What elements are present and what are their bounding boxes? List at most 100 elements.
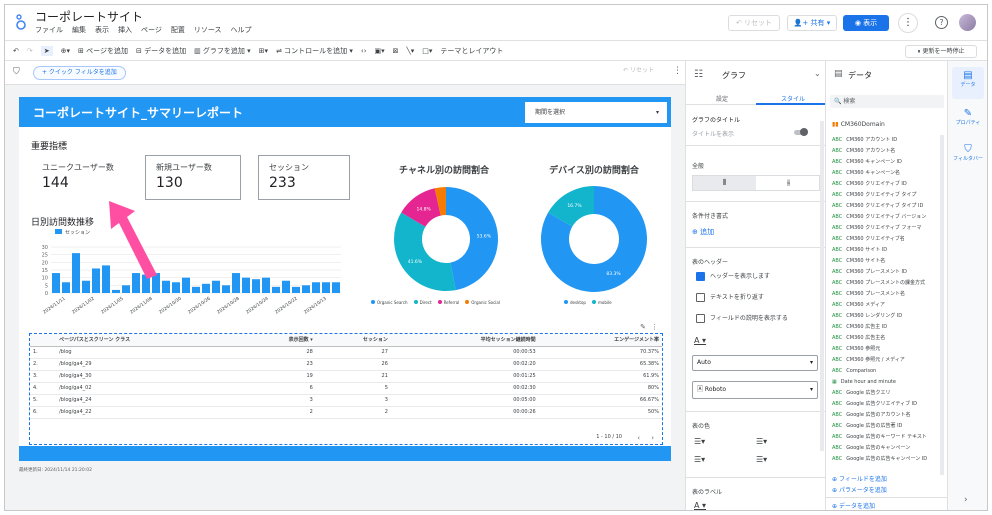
more-vert-icon[interactable]: ⋮ [651,323,658,331]
font-size-select[interactable]: Auto ▾ [692,355,818,371]
bar[interactable] [92,268,100,293]
show-header-checkbox[interactable]: ヘッダーを表示します [696,271,770,281]
zoom-icon[interactable]: ⊕▾ [61,47,70,55]
field-item[interactable]: ABC Google 広告のキャンペーン [832,443,940,454]
edit-icon[interactable]: ✎ [640,323,646,331]
bar[interactable] [52,273,60,293]
label-color-button[interactable]: A ▾ [694,501,706,510]
field-item[interactable]: ABC CM360 アカウント ID [832,135,940,146]
field-item[interactable]: ABC Google 広告の広告キャンペーン ID [832,454,940,465]
field-item[interactable]: ABC CM360 参照元 [832,344,940,355]
bar[interactable] [312,282,320,293]
bar[interactable] [212,280,220,293]
add-field-button[interactable]: ⊕ フィールドを追加 [832,474,887,483]
field-item[interactable]: ABC Google 広告の広告著 ID [832,421,940,432]
data-source-name[interactable]: ▮▮ CM360Domain [832,121,885,128]
add-parameter-button[interactable]: ⊕ パラメータを追加 [832,485,887,494]
chevron-right-icon[interactable]: › [964,495,968,505]
menu-0[interactable]: ファイル [35,25,63,35]
date-range-select[interactable]: 期間を選択 ▾ [525,102,667,123]
bar[interactable] [82,280,90,293]
menu-6[interactable]: リソース [194,25,222,35]
shape-icon[interactable]: □▾ [422,47,432,55]
reset-button[interactable]: ↶ リセット [728,15,780,31]
bar[interactable] [332,282,340,293]
field-item[interactable]: ABC CM360 広告主 ID [832,322,940,333]
tab-setup[interactable]: 設定 [716,94,728,103]
field-item[interactable]: ABC CM360 アカウント名 [832,146,940,157]
font-color-button[interactable]: A ▾ [694,336,706,345]
help-icon[interactable]: ? [935,16,948,29]
field-item[interactable]: ABC Google 広告のキーワード テキスト [832,432,940,443]
field-item[interactable]: ABC Google 広告クエリ [832,388,940,399]
add-conditional-button[interactable]: ⊕ 追加 [692,227,714,237]
bar[interactable] [192,286,200,293]
tab-style[interactable]: スタイル [781,94,805,103]
legend-item[interactable]: Direct [413,300,432,305]
bar[interactable] [242,277,250,293]
bar[interactable] [62,282,70,293]
align-right-icon[interactable]: ⫳ [757,176,820,190]
kpi-card-unique-users[interactable]: ユニークユーザー数 144 [31,155,127,200]
field-item[interactable]: ABC CM360 レンダリング ID [832,311,940,322]
more-vert-icon[interactable]: ⋮ [898,13,918,33]
table-row[interactable]: 5./blog/ga4_24 3 3 00:05:00 66.67% [30,394,662,407]
add-chart-button[interactable]: ▥ グラフを追加 ▾ [194,46,251,56]
undo-icon[interactable]: ↶ [13,47,19,55]
filter-reset-button[interactable]: ↶ リセット [623,67,663,74]
menu-7[interactable]: ヘルプ [231,25,252,35]
header-color-icon[interactable]: ☰▾ [756,437,767,446]
table-header[interactable]: 平均セッション継続時間 [390,334,539,347]
bar[interactable] [72,253,80,293]
redo-icon[interactable]: ↷ [27,47,33,55]
community-viz-icon[interactable]: ⊞▾ [259,47,268,55]
device-donut-chart[interactable]: 83.3% 16.7% [529,179,659,299]
select-cursor-icon[interactable]: ➤ [40,45,53,56]
field-item[interactable]: ABC Comparison [832,366,940,377]
menu-1[interactable]: 編集 [72,25,86,35]
field-item[interactable]: ▦ Date hour and minute [832,377,940,388]
wrap-text-checkbox[interactable]: テキストを折り返す [696,292,764,302]
line-icon[interactable]: ╲▾ [407,47,415,55]
theme-layout-button[interactable]: テーマとレイアウト [440,46,503,56]
field-item[interactable]: ABC CM360 クリエイティブ バージョン [832,212,940,223]
legend-item[interactable]: Organic Social [465,300,500,305]
legend-item[interactable]: Referral [437,300,459,305]
field-description-checkbox[interactable]: フィールドの説明を表示する [696,313,788,323]
more-vert-icon[interactable]: ⋮ [673,66,682,76]
table-header[interactable]: セッション [315,334,391,347]
code-icon[interactable]: ‹› [361,47,367,55]
field-item[interactable]: ABC CM360 クリエイティブ タイプ [832,190,940,201]
field-item[interactable]: ABC Google 広告クリエイティブ ID [832,399,940,410]
bar[interactable] [302,285,310,293]
bar[interactable] [252,279,260,293]
font-family-select[interactable]: 🄰 Roboto ▾ [692,381,818,399]
chevron-down-icon[interactable]: ⌄ [814,69,821,78]
kpi-card-new-users[interactable]: 新規ユーザー数 130 [145,155,241,200]
menu-2[interactable]: 表示 [95,25,109,35]
show-title-toggle[interactable] [794,128,808,136]
table-header[interactable]: 表示回数 ▾ [242,334,316,347]
table-row[interactable]: 3./blog/ga4_30 19 21 00:01:25 61.9% [30,370,662,383]
field-item[interactable]: ABC CM360 サイト名 [832,256,940,267]
channel-donut-chart[interactable]: 53.6% 41.6% 14.8% [374,179,519,299]
page-table-selection[interactable]: ✎ ⋮ ページパスとスクリーン クラス 表示回数 ▾ セッション 平均セッション継続時… [29,323,663,445]
bar[interactable] [172,282,180,293]
pause-updates-button[interactable]: ⏸ 更新を一時停止 [905,45,977,58]
border-color-icon[interactable]: ☰▾ [694,437,705,446]
table-row[interactable]: 1./blog 28 27 00:00:53 70.37% [30,346,662,359]
field-item[interactable]: ABC CM360 サイト ID [832,245,940,256]
field-item[interactable]: ABC CM360 キャンペーン ID [832,157,940,168]
rail-filterbar-button[interactable]: ⛉ フィルタバー [952,141,984,171]
field-item[interactable]: ABC CM360 参照元 / メディア [832,355,940,366]
field-item[interactable]: ABC CM360 広告主名 [832,333,940,344]
bar[interactable] [232,273,240,293]
add-data-button[interactable]: ⊕ データを追加 [832,501,875,510]
add-data-button[interactable]: ⊟ データを追加 [136,46,186,56]
quick-filter-button[interactable]: + クイック フィルタを追加 [33,66,126,80]
chevron-right-icon[interactable]: › [651,434,654,442]
bar[interactable] [322,282,330,293]
rail-properties-button[interactable]: ✎ プロパティ [952,105,984,135]
bar[interactable] [282,280,290,293]
align-left-icon[interactable]: ⫴ [693,176,756,190]
